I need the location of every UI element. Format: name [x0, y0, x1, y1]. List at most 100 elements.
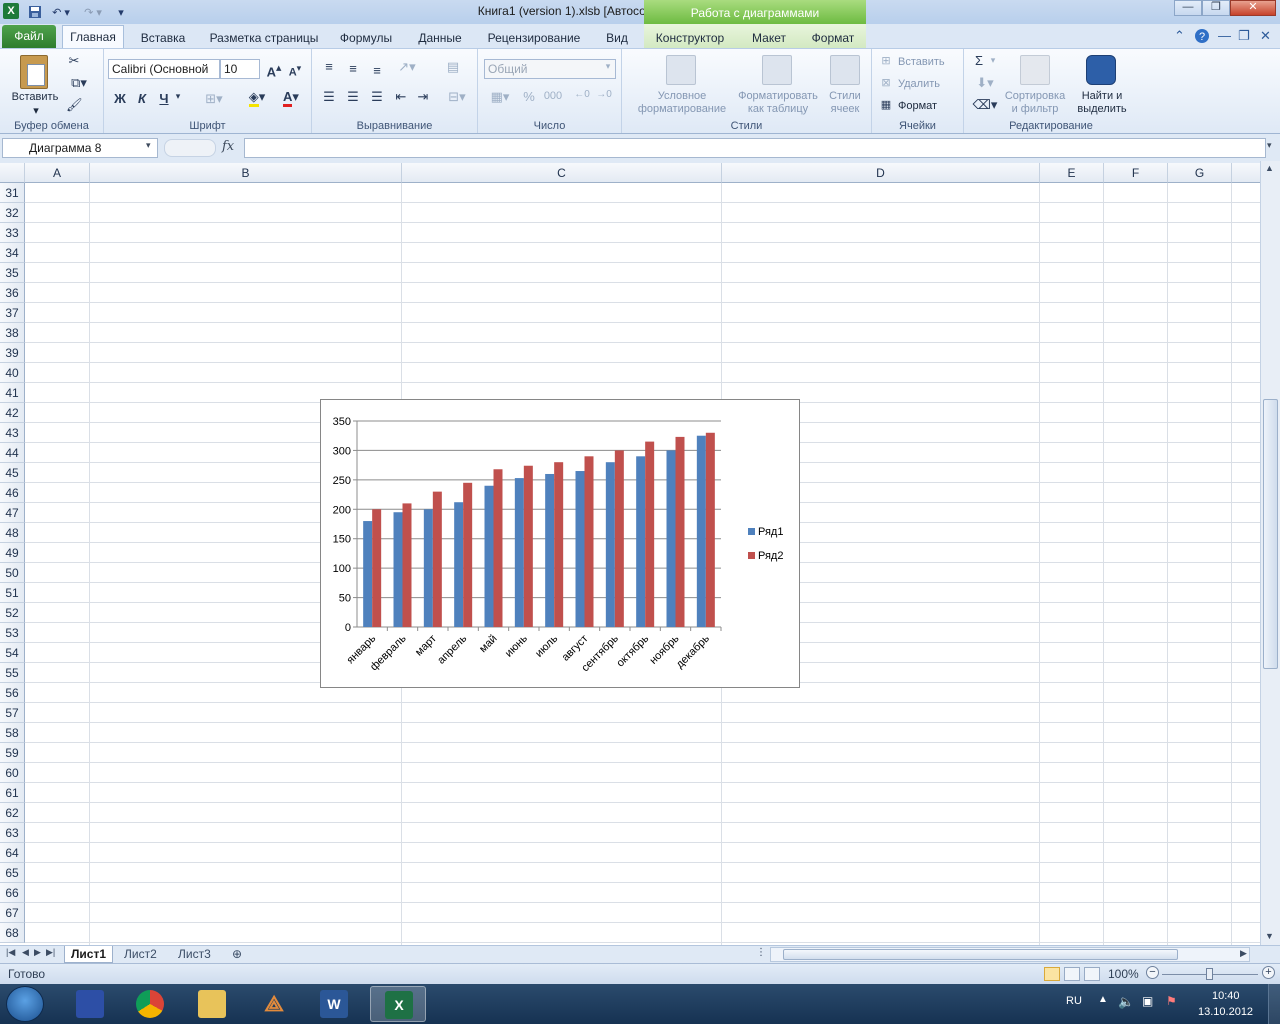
column-header-b[interactable]: B [90, 163, 402, 183]
tab-design[interactable]: Конструктор [648, 28, 732, 48]
column-header-g[interactable]: G [1168, 163, 1232, 183]
row-header[interactable]: 66 [0, 883, 25, 903]
sort-filter-label-1[interactable]: Сортировка [1000, 90, 1070, 103]
grow-font-icon[interactable]: A▴ [264, 61, 284, 79]
row-header[interactable]: 56 [0, 683, 25, 703]
chart-object[interactable]: 0 50 100 150 200 250 300 350 январь февраль март ап… [320, 399, 800, 688]
doc-restore-icon[interactable]: ❐ [1238, 28, 1250, 44]
tab-file[interactable]: Файл [2, 25, 56, 48]
format-as-table-label-2[interactable]: как таблицу [732, 103, 824, 116]
percent-button[interactable]: % [522, 89, 536, 104]
sheet-tab-3[interactable]: Лист3 [172, 946, 217, 963]
orientation-icon[interactable]: ↗▾ [394, 59, 420, 75]
number-format-dropdown-icon[interactable]: ▾ [602, 61, 614, 72]
sort-filter-icon[interactable] [1020, 55, 1050, 85]
paste-button[interactable]: Вставить [4, 91, 66, 104]
volume-icon[interactable]: 🔈 [1118, 994, 1134, 1010]
expand-formula-bar-icon[interactable]: ▾ [1267, 140, 1272, 151]
formula-input[interactable] [244, 138, 1266, 158]
zoom-in-icon[interactable]: + [1262, 966, 1275, 979]
tab-insert[interactable]: Вставка [132, 28, 194, 48]
scroll-up-icon[interactable]: ▲ [1265, 163, 1274, 173]
shrink-font-icon[interactable]: A▾ [286, 63, 304, 79]
row-header[interactable]: 41 [0, 383, 25, 403]
paste-dropdown-icon[interactable]: ▾ [26, 105, 46, 118]
row-header[interactable]: 40 [0, 363, 25, 383]
column-header-h[interactable] [1232, 163, 1260, 183]
language-indicator[interactable]: RU [1066, 995, 1082, 1007]
row-header[interactable]: 57 [0, 703, 25, 723]
paste-icon[interactable] [20, 55, 48, 89]
horizontal-scroll-thumb[interactable] [783, 949, 1178, 960]
column-header-f[interactable]: F [1104, 163, 1168, 183]
cell-styles-label-2[interactable]: ячеек [822, 103, 868, 116]
select-all-corner[interactable] [0, 163, 25, 183]
column-header-a[interactable]: A [25, 163, 90, 183]
last-sheet-icon[interactable]: ▶| [46, 947, 55, 958]
zoom-level[interactable]: 100% [1108, 967, 1139, 981]
taskbar-app-4[interactable]: ⟁ [246, 986, 302, 1022]
row-header[interactable]: 47 [0, 503, 25, 523]
scroll-down-icon[interactable]: ▼ [1265, 931, 1274, 941]
underline-button[interactable]: Ч [156, 91, 172, 106]
conditional-formatting-icon[interactable] [666, 55, 696, 85]
underline-dropdown-icon[interactable]: ▾ [172, 91, 184, 102]
increase-indent-icon[interactable]: ⇥ [414, 89, 432, 105]
cell-styles-label-1[interactable]: Стили [822, 90, 868, 103]
name-box-dropdown-icon[interactable]: ▾ [146, 140, 151, 151]
borders-icon[interactable]: ⊞▾ [200, 91, 228, 107]
autosum-icon[interactable]: Σ [972, 53, 986, 68]
conditional-formatting-label-2[interactable]: форматирование [626, 103, 738, 116]
format-painter-icon[interactable]: 🖌 [66, 97, 83, 113]
sort-filter-label-2[interactable]: и фильтр [1000, 103, 1070, 116]
doc-minimize-icon[interactable]: — [1218, 28, 1231, 43]
delete-cells-button[interactable]: Удалить [898, 78, 958, 91]
align-center-icon[interactable]: ☰ [344, 89, 362, 105]
tab-page-layout[interactable]: Разметка страницы [202, 28, 326, 48]
row-header[interactable]: 46 [0, 483, 25, 503]
show-desktop-button[interactable] [1268, 984, 1280, 1024]
row-header[interactable]: 53 [0, 623, 25, 643]
align-bottom-icon[interactable]: ≡ [368, 63, 386, 78]
row-header[interactable]: 43 [0, 423, 25, 443]
row-header[interactable]: 31 [0, 183, 25, 203]
zoom-out-icon[interactable]: − [1146, 966, 1159, 979]
tab-review[interactable]: Рецензирование [480, 28, 588, 48]
align-top-icon[interactable]: ≡ [320, 59, 338, 74]
tab-view[interactable]: Вид [598, 28, 636, 48]
bold-button[interactable]: Ж [112, 91, 128, 106]
insert-cells-icon[interactable]: ⊞ [878, 54, 894, 67]
prev-sheet-icon[interactable]: ◀ [22, 947, 29, 958]
vertical-scroll-thumb[interactable] [1263, 399, 1278, 669]
find-select-label-2[interactable]: выделить [1070, 103, 1134, 116]
row-header[interactable]: 61 [0, 783, 25, 803]
row-header[interactable]: 64 [0, 843, 25, 863]
tab-layout[interactable]: Макет [742, 28, 796, 48]
row-header[interactable]: 33 [0, 223, 25, 243]
action-center-icon[interactable]: ⚑ [1166, 994, 1177, 1008]
row-header[interactable]: 68 [0, 923, 25, 943]
column-header-c[interactable]: C [402, 163, 722, 183]
insert-cells-button[interactable]: Вставить [898, 56, 958, 69]
row-header[interactable]: 52 [0, 603, 25, 623]
sheet-tab-2[interactable]: Лист2 [118, 946, 163, 963]
thousands-button[interactable]: 000 [542, 90, 564, 102]
row-header[interactable]: 36 [0, 283, 25, 303]
font-size-box[interactable]: 10 [220, 59, 260, 79]
tab-data[interactable]: Данные [410, 28, 470, 48]
row-header[interactable]: 65 [0, 863, 25, 883]
row-header[interactable]: 39 [0, 343, 25, 363]
tab-home[interactable]: Главная [62, 25, 124, 48]
format-as-table-icon[interactable] [762, 55, 792, 85]
fill-icon[interactable]: ⬇▾ [972, 75, 998, 91]
autosum-dropdown-icon[interactable]: ▾ [988, 55, 998, 66]
row-header[interactable]: 49 [0, 543, 25, 563]
taskbar-app-excel[interactable]: X [370, 986, 426, 1022]
tab-split-handle[interactable]: ⋮ [756, 947, 766, 958]
horizontal-scrollbar[interactable] [770, 947, 1250, 962]
row-header[interactable]: 37 [0, 303, 25, 323]
font-color-icon[interactable]: A▾ [276, 89, 306, 107]
italic-button[interactable]: К [134, 91, 150, 106]
format-cells-icon[interactable]: ▦ [878, 98, 894, 111]
cell-styles-icon[interactable] [830, 55, 860, 85]
